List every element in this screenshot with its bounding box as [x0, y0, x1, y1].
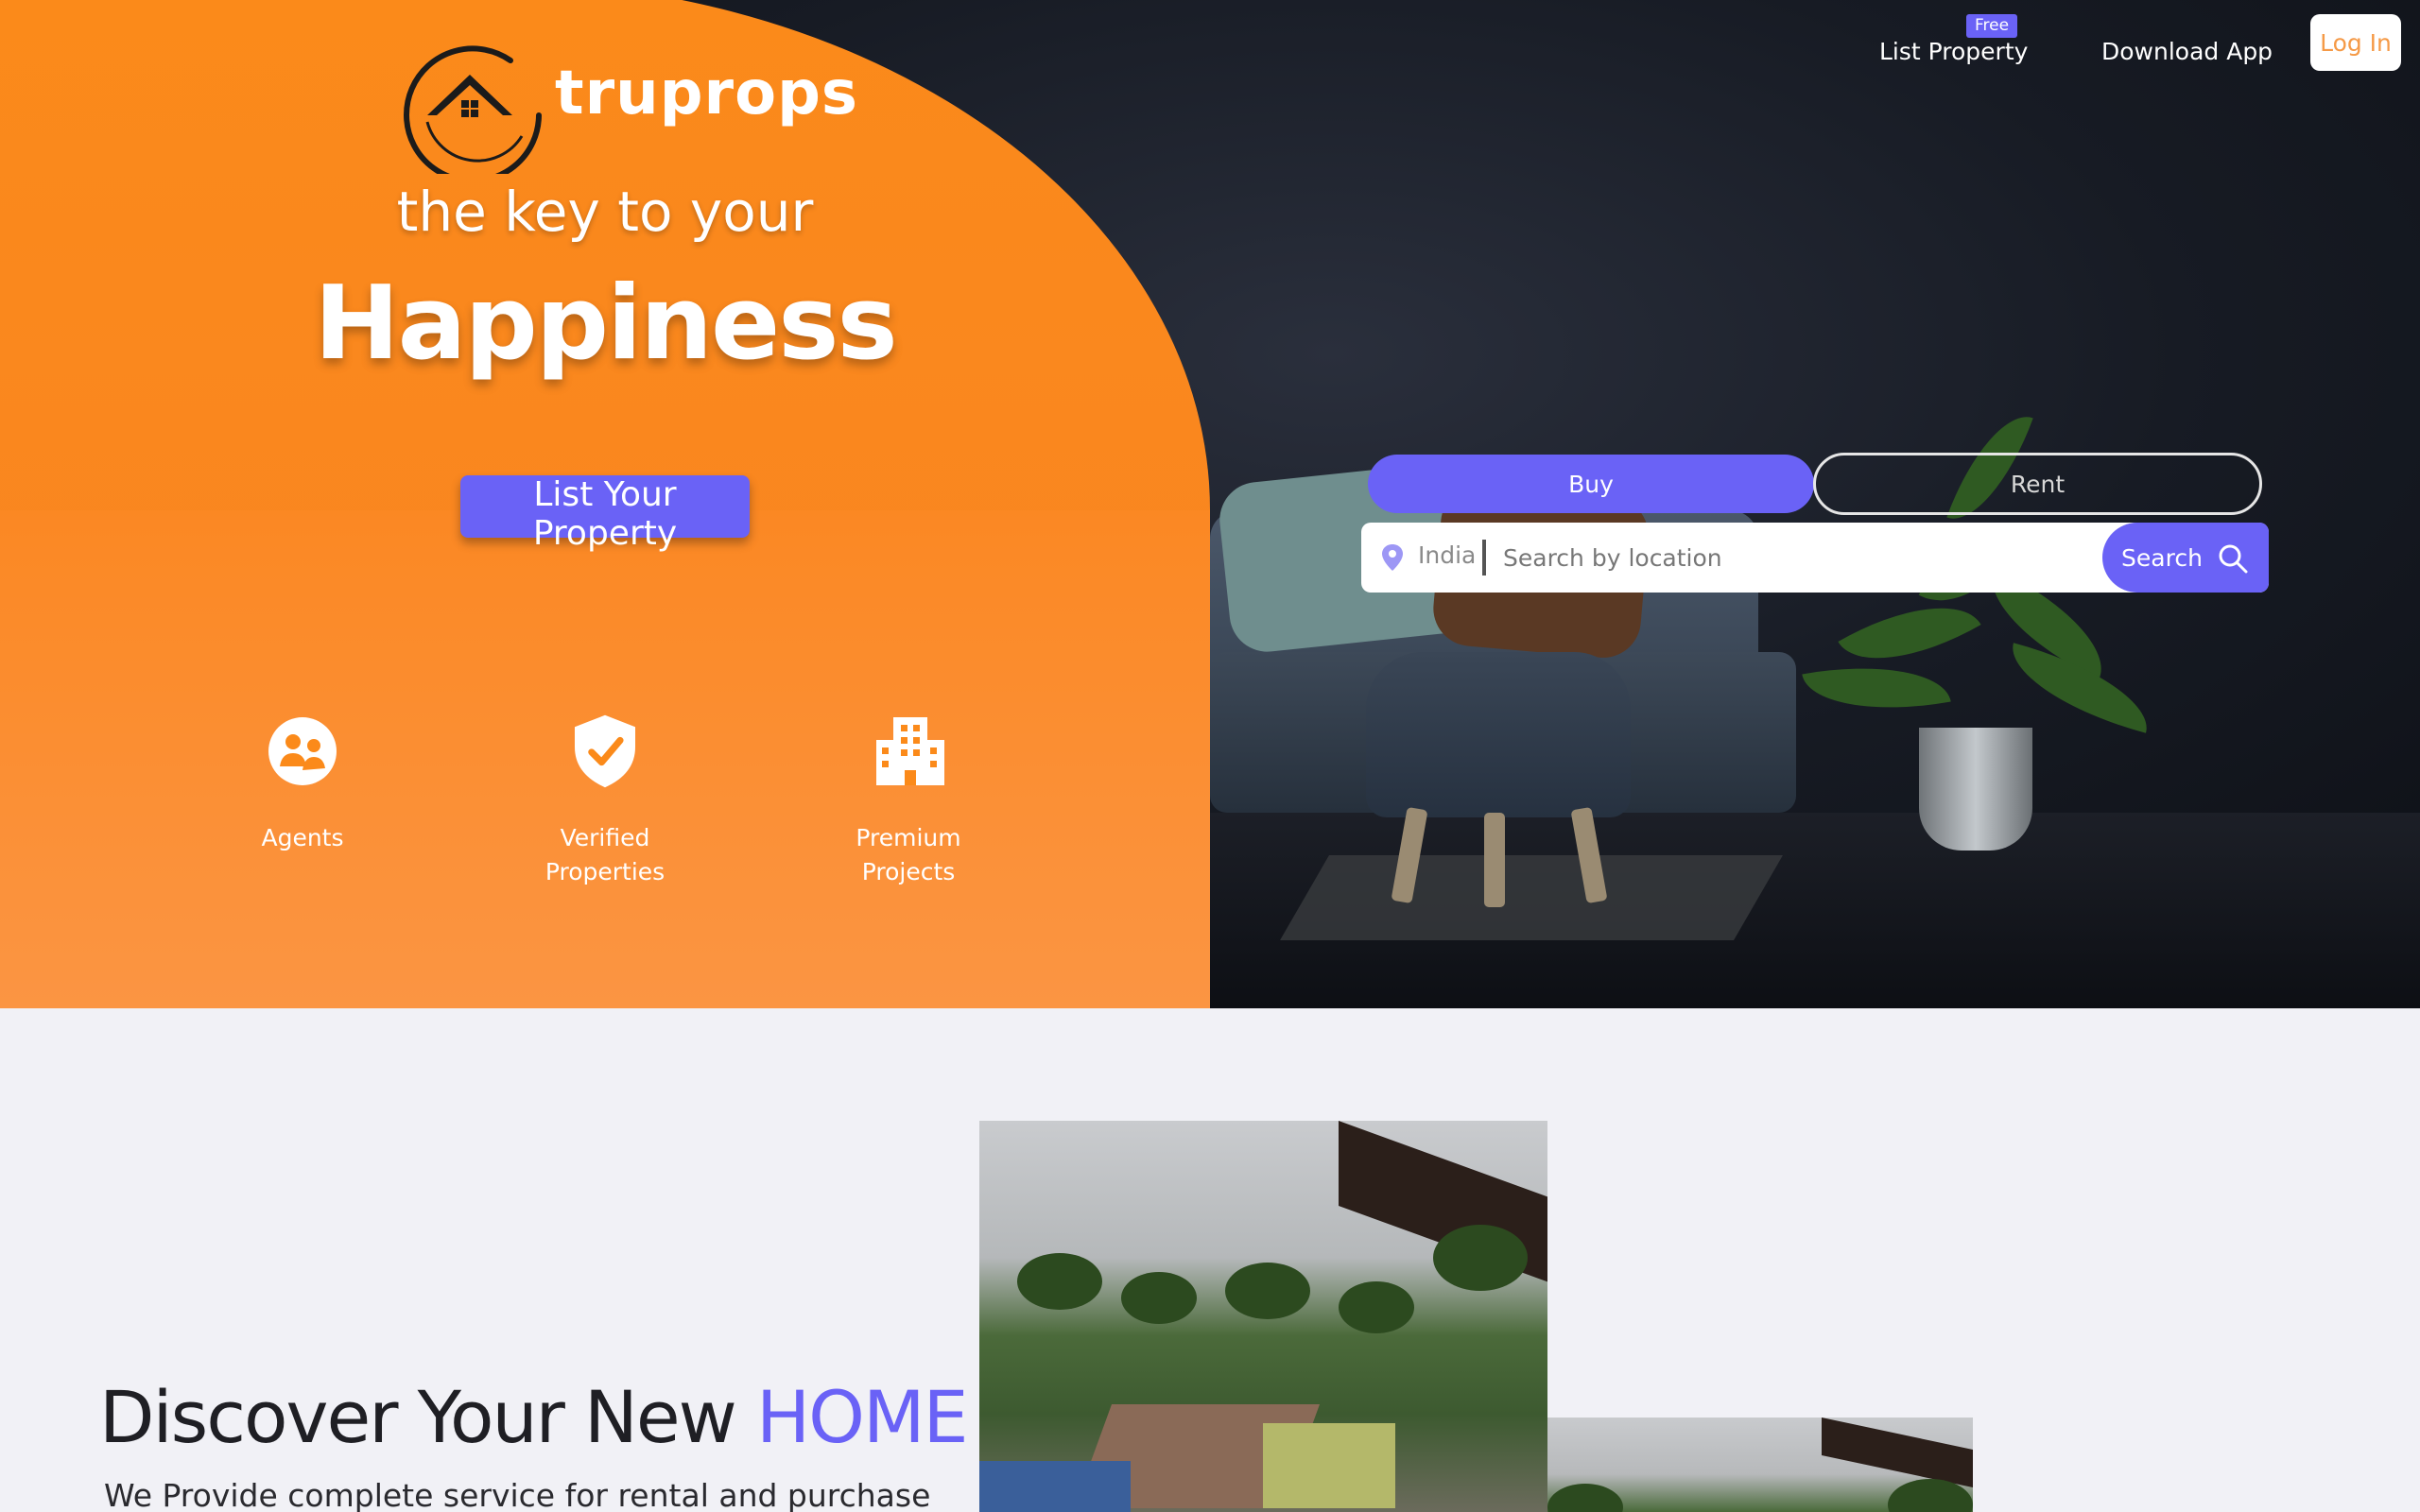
hero-section: truprops the key to your Happiness List … [0, 0, 2420, 1008]
feature-label: Premium Projects [856, 824, 961, 885]
location-pin-icon [1382, 544, 1403, 571]
country-selector[interactable]: India [1418, 541, 1476, 569]
palm-tree [1121, 1272, 1197, 1324]
pouf [1366, 652, 1631, 817]
palm-tree [1433, 1225, 1528, 1291]
discover-title-accent: HOME [756, 1375, 969, 1459]
palm-tree [1017, 1253, 1102, 1310]
search-icon [2219, 544, 2248, 574]
palm-tree [1225, 1263, 1310, 1319]
nav-download-app[interactable]: Download App [2101, 38, 2273, 65]
brand-logo[interactable]: truprops [399, 32, 857, 184]
agents-icon [268, 717, 337, 785]
verified-shield-icon [575, 714, 635, 788]
palm-tree [1339, 1281, 1414, 1333]
discover-subtitle: We Provide complete service for rental a… [104, 1477, 931, 1512]
plant-leaf [1802, 649, 1951, 727]
house-logo-icon [404, 45, 542, 184]
free-badge: Free [1966, 14, 2017, 38]
feature-label: Verified Properties [544, 824, 666, 885]
feature-premium-projects: Premium Projects [786, 713, 1031, 889]
plant-pot [1919, 728, 2032, 850]
feature-agents: Agents [180, 713, 425, 855]
property-photo [979, 1121, 1547, 1512]
feature-verified-properties: Verified Properties [482, 713, 728, 889]
rug [1280, 855, 1783, 940]
location-search-input[interactable] [1503, 537, 2070, 578]
search-bar: India Search [1361, 523, 2269, 593]
building-icon [876, 717, 944, 785]
hero-headline: Happiness [314, 265, 898, 383]
property-photo-secondary [1547, 1418, 1973, 1512]
list-your-property-button[interactable]: List Your Property [460, 475, 750, 553]
discover-title: Discover Your New HOME [99, 1375, 969, 1459]
blue-roof [979, 1461, 1131, 1512]
brand-name: truprops [555, 59, 858, 129]
search-divider [1482, 540, 1486, 576]
search-button[interactable]: Search [2102, 523, 2269, 593]
feature-label: Agents [261, 824, 344, 851]
discover-title-main: Discover Your New [99, 1375, 737, 1459]
nav-list-property[interactable]: List Property [1879, 38, 2028, 65]
tab-rent[interactable]: Rent [1813, 453, 2262, 515]
rooftop-building [1263, 1423, 1395, 1508]
login-button[interactable]: Log In [2310, 14, 2401, 71]
palm-tree [1547, 1484, 1623, 1512]
hero-tagline: the key to your [396, 180, 814, 244]
search-button-label: Search [2121, 543, 2203, 572]
pouf-leg [1484, 813, 1505, 907]
tab-buy[interactable]: Buy [1368, 455, 1814, 513]
roof-eave [1822, 1418, 1973, 1490]
